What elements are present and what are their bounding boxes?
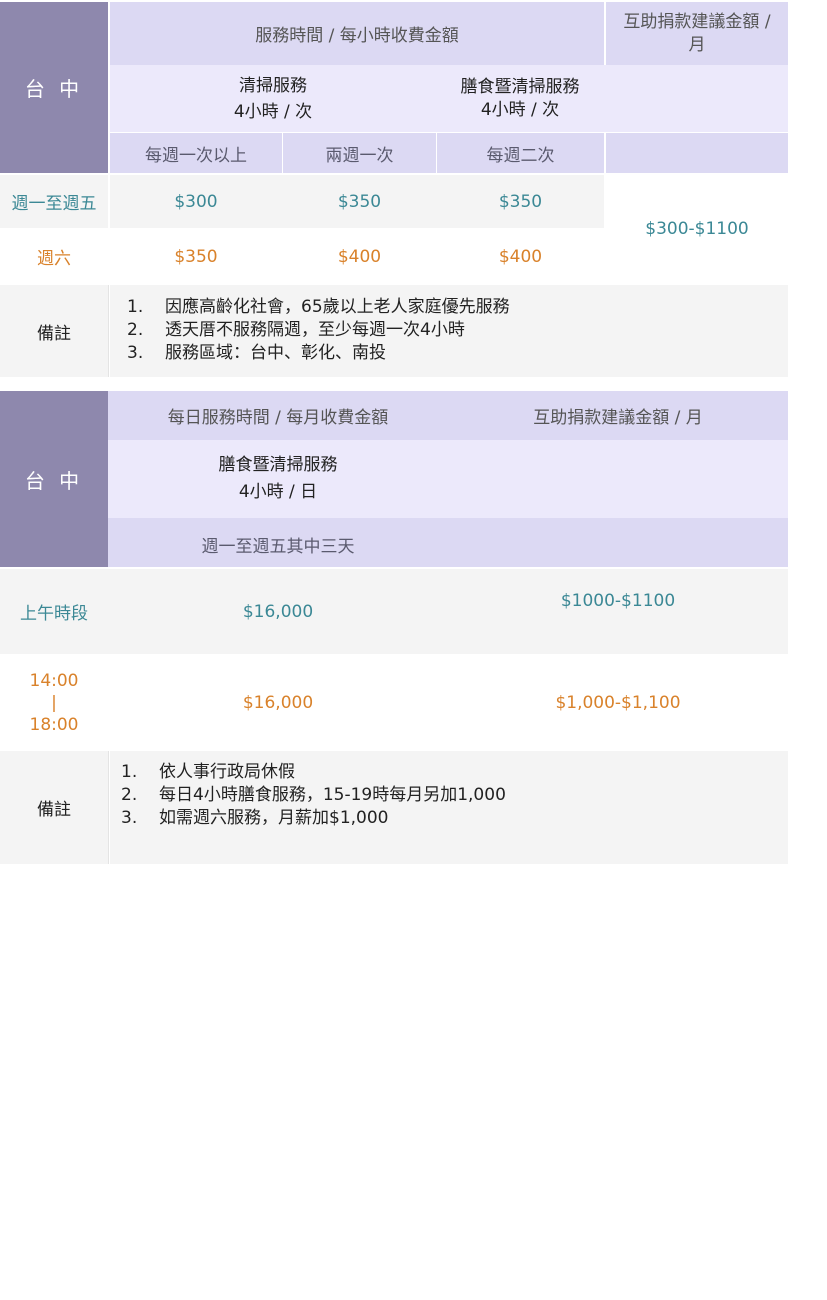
- service-meal: 膳食暨清掃服務 4小時 / 日: [168, 440, 388, 518]
- service-cleaning-duration: 4小時 / 次: [233, 101, 313, 122]
- list-item: 1. 依人事行政局休假: [121, 762, 295, 782]
- price-morning: $16,000: [242, 601, 314, 622]
- price-weekdays-weekly-twice: $350: [498, 191, 543, 212]
- frequency-weekly-once: 每週一次以上: [110, 133, 282, 173]
- service-meal-duration: 4小時 / 次: [480, 99, 560, 120]
- service-cleaning: 清掃服務 4小時 / 次: [218, 65, 328, 132]
- frequency-three-days: 週一至週五其中三天: [201, 536, 355, 557]
- notes-list: 1. 依人事行政局休假 2. 每日4小時膳食服務，15-19時每月另加1,000 3…: [121, 761, 506, 830]
- city-cell: 台 中: [0, 2, 108, 173]
- price-saturday-weekly-once: $350: [174, 246, 218, 267]
- service-meal-name: 膳食暨清掃服務: [460, 76, 580, 97]
- donation-morning: $1000-$1100: [560, 591, 676, 611]
- donation-value: $300-$1100: [606, 175, 788, 283]
- row-label-morning: 上午時段: [20, 604, 88, 624]
- row-label-weekdays: 週一至週五: [0, 175, 108, 228]
- notes-label: 備註: [0, 285, 109, 377]
- donation-afternoon: $1,000-$1,100: [555, 692, 681, 713]
- header-service-time: 服務時間 / 每小時收費金額: [110, 2, 604, 65]
- table-row: $350 $400 $400: [110, 230, 604, 283]
- list-item: 1. 因應高齡化社會，65歲以上老人家庭優先服務: [127, 297, 510, 317]
- frequency-blank: [606, 133, 788, 173]
- service-type-row: 清掃服務 4小時 / 次 膳食暨清掃服務 4小時 / 次: [110, 65, 788, 132]
- price-saturday-biweekly: $400: [337, 246, 382, 267]
- service-meal-name: 膳食暨清掃服務: [218, 455, 338, 475]
- notes-label: 備註: [0, 751, 109, 864]
- notes-body: 1. 因應高齡化社會，65歲以上老人家庭優先服務 2. 透天厝不服務隔週，至少每週一…: [110, 285, 788, 377]
- service-cleaning-name: 清掃服務: [239, 75, 307, 96]
- notes-body: 1. 依人事行政局休假 2. 每日4小時膳食服務，15-19時每月另加1,000 3…: [110, 751, 788, 864]
- table-row: 14:00 | 18:00 $16,000 $1,000-$1,100: [0, 656, 788, 749]
- list-item: 3. 如需週六服務，月薪加$1,000: [121, 808, 389, 828]
- row-label-afternoon: 14:00 | 18:00: [29, 670, 79, 735]
- frequency-weekly-twice: 每週二次: [437, 133, 604, 173]
- row-label-saturday: 週六: [0, 230, 108, 283]
- notes-list: 1. 因應高齡化社會，65歲以上老人家庭優先服務 2. 透天厝不服務隔週，至少每週一…: [127, 296, 510, 365]
- header-donation: 互助捐款建議金額 / 月: [533, 408, 703, 428]
- price-afternoon: $16,000: [242, 692, 314, 713]
- price-weekdays-biweekly: $350: [337, 191, 382, 212]
- table-row: 上午時段 $16,000 $1000-$1100: [0, 569, 788, 654]
- table-row: $300 $350 $350: [110, 175, 604, 228]
- list-item: 3. 服務區域：台中、彰化、南投: [127, 343, 386, 363]
- city-cell: 台 中: [0, 391, 108, 567]
- service-meal-duration: 4小時 / 日: [238, 482, 318, 502]
- list-item: 2. 每日4小時膳食服務，15-19時每月另加1,000: [121, 785, 506, 805]
- list-item: 2. 透天厝不服務隔週，至少每週一次4小時: [127, 320, 465, 340]
- price-weekdays-weekly-once: $300: [174, 191, 218, 212]
- header-row: 每日服務時間 / 每月收費金額 互助捐款建議金額 / 月: [108, 391, 788, 440]
- service-meal: 膳食暨清掃服務 4小時 / 次: [440, 65, 600, 132]
- header-service-time: 每日服務時間 / 每月收費金額: [167, 408, 389, 428]
- header-donation: 互助捐款建議金額 / 月: [606, 2, 788, 65]
- frequency-row: 週一至週五其中三天: [108, 518, 788, 567]
- price-saturday-weekly-twice: $400: [498, 246, 543, 267]
- frequency-biweekly: 兩週一次: [283, 133, 436, 173]
- service-type-row: 膳食暨清掃服務 4小時 / 日: [108, 440, 788, 518]
